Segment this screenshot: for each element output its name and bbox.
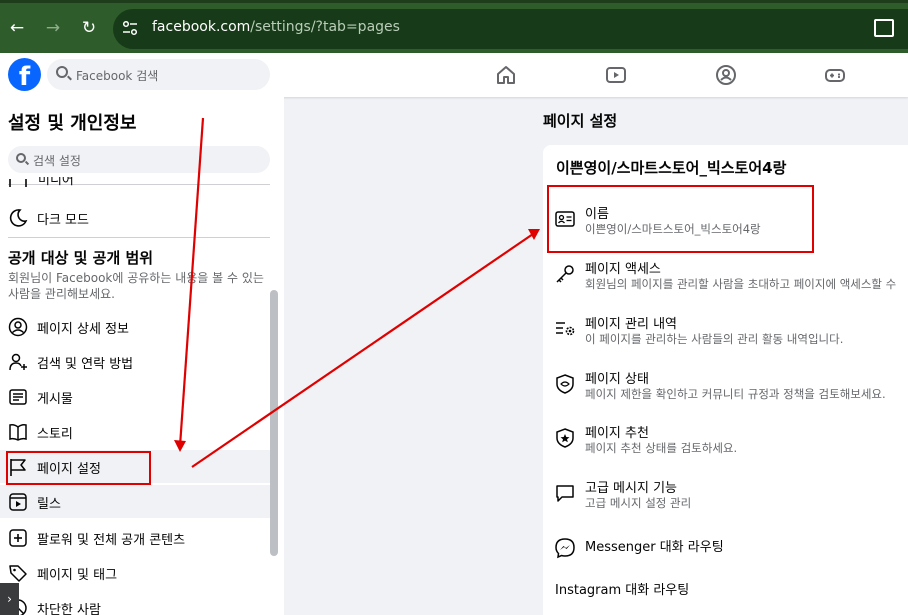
setting-row-title: 페이지 추천: [585, 426, 649, 441]
settings-title: 설정 및 개인정보: [8, 113, 137, 134]
divider: [8, 237, 270, 238]
sidebar-item-followers-public-content[interactable]: 팔로워 및 전체 공개 콘텐츠: [0, 521, 270, 554]
settings-search-placeholder: 검색 설정: [33, 154, 81, 168]
tag-icon: [8, 563, 28, 583]
sidebar-item-label: 게시물: [37, 392, 73, 407]
annotation-highlight-page-settings: [6, 451, 151, 485]
setting-row-description: 회원님의 페이지를 관리할 사람을 초대하고 페이지에 액세스할 수: [585, 277, 897, 291]
person-add-icon: [8, 352, 28, 372]
url-host: facebook.com: [152, 19, 251, 35]
setting-row-description: 이 페이지를 관리하는 사람들의 관리 활동 내역입니다.: [585, 332, 844, 346]
groups-icon[interactable]: [715, 64, 737, 86]
sidebar-item-reels[interactable]: 릴스: [0, 485, 270, 518]
chat-bubble-icon: [554, 482, 576, 504]
annotation-highlight-name-row: [547, 185, 814, 253]
settings-search-input[interactable]: 검색 설정: [8, 146, 270, 173]
star-badge-icon: [554, 427, 576, 449]
facebook-logo-icon[interactable]: f: [8, 58, 41, 91]
audience-description: 회원님이 Facebook에 공유하는 내용을 볼 수 있는 사람을 관리해보세…: [8, 271, 264, 301]
sidebar-item-blocked[interactable]: 차단한 사람: [0, 591, 270, 615]
video-icon[interactable]: [605, 64, 627, 86]
annotation-arrowhead: [528, 229, 540, 240]
url-text[interactable]: facebook.com/settings/?tab=pages: [152, 19, 400, 35]
audience-heading: 공개 대상 및 공개 범위: [8, 249, 154, 267]
expand-chevron-icon[interactable]: ›: [0, 583, 19, 615]
setting-row-advanced-messaging[interactable]: 고급 메시지 기능 고급 메시지 설정 관리: [543, 471, 908, 521]
search-placeholder: Facebook 검색: [76, 69, 159, 83]
facebook-header: f Facebook 검색: [0, 53, 908, 97]
sidebar-item-search-contact[interactable]: 검색 및 연락 방법: [0, 345, 270, 378]
forward-arrow-icon[interactable]: →: [40, 15, 66, 41]
settings-sidebar: 설정 및 개인정보 검색 설정 미디어 다크 모드 공개 대상 및 공개 범위 …: [0, 97, 284, 615]
setting-row-page-access[interactable]: 페이지 액세스 회원님의 페이지를 관리할 사람을 초대하고 페이지에 액세스할…: [543, 252, 908, 302]
sidebar-item-pages-tags[interactable]: 페이지 및 태그: [0, 556, 270, 589]
address-bar[interactable]: facebook.com/settings/?tab=pages: [113, 9, 908, 49]
setting-row-title: Messenger 대화 라우팅: [585, 540, 724, 555]
gaming-icon[interactable]: [824, 64, 846, 86]
search-icon: [16, 153, 26, 163]
back-arrow-icon[interactable]: ←: [4, 15, 30, 41]
sidebar-item-label: 페이지 및 태그: [37, 568, 118, 583]
setting-row-page-status[interactable]: 페이지 상태 페이지 제한을 확인하고 커뮤니티 규정과 정책을 검토해보세요.: [543, 362, 908, 412]
sidebar-item-label: 검색 및 연락 방법: [37, 357, 134, 372]
sidebar-item-label: 팔로워 및 전체 공개 콘텐츠: [37, 533, 186, 548]
setting-row-description: 페이지 추천 상태를 검토하세요.: [585, 441, 738, 455]
facebook-search-input[interactable]: Facebook 검색: [47, 59, 270, 90]
book-icon: [8, 422, 28, 442]
sidebar-item-label: 스토리: [37, 427, 73, 442]
moon-icon: [8, 208, 28, 228]
url-path: /settings/?tab=pages: [250, 19, 400, 35]
search-icon: [56, 66, 68, 78]
key-icon: [554, 263, 576, 285]
sidebar-item-label: 릴스: [37, 497, 61, 512]
media-icon: [8, 179, 28, 187]
setting-row-description: 고급 메시지 설정 관리: [585, 496, 692, 510]
setting-row-title: 페이지 관리 내역: [585, 317, 677, 332]
home-icon[interactable]: [495, 64, 517, 86]
sidebar-item-page-details[interactable]: 페이지 상세 정보: [0, 310, 270, 343]
sidebar-item-label: 다크 모드: [37, 213, 89, 228]
setting-row-messenger-routing[interactable]: Messenger 대화 라우팅: [543, 526, 908, 576]
plus-square-icon: [8, 528, 28, 548]
setting-row-page-recommendation[interactable]: 페이지 추천 페이지 추천 상태를 검토하세요.: [543, 416, 908, 466]
sidebar-scrollbar[interactable]: [270, 290, 278, 556]
setting-row-description: 페이지 제한을 확인하고 커뮤니티 규정과 정책을 검토해보세요.: [585, 387, 886, 401]
list-gear-icon: [554, 318, 576, 340]
setting-row-page-management-history[interactable]: 페이지 관리 내역 이 페이지를 관리하는 사람들의 관리 활동 내역입니다.: [543, 307, 908, 357]
sidebar-item-dark-mode[interactable]: 다크 모드: [0, 201, 270, 234]
person-icon: [8, 317, 28, 337]
browser-toolbar: ← → ↻ facebook.com/settings/?tab=pages: [0, 0, 908, 53]
setting-row-title: 페이지 상태: [585, 372, 649, 387]
reload-icon[interactable]: ↻: [76, 15, 102, 41]
sidebar-item-story[interactable]: 스토리: [0, 415, 270, 448]
page-settings-title: 페이지 설정: [543, 112, 618, 130]
reels-icon: [8, 492, 28, 512]
setting-row-title: 페이지 액세스: [585, 262, 661, 277]
install-app-icon[interactable]: [874, 19, 894, 37]
sidebar-item-media[interactable]: 미디어: [38, 177, 74, 187]
messenger-icon: [554, 537, 576, 559]
instagram-routing-label[interactable]: Instagram 대화 라우팅: [555, 579, 689, 598]
site-info-icon[interactable]: [121, 19, 143, 39]
sidebar-item-label: 페이지 상세 정보: [37, 322, 129, 337]
sidebar-item-posts[interactable]: 게시물: [0, 380, 270, 413]
sidebar-item-label: 차단한 사람: [37, 603, 101, 615]
shield-icon: [554, 373, 576, 395]
setting-row-title: 고급 메시지 기능: [585, 481, 677, 496]
post-icon: [8, 387, 28, 407]
page-name-heading: 이쁜영이/스마트스토어_빅스토어4랑: [556, 159, 787, 177]
